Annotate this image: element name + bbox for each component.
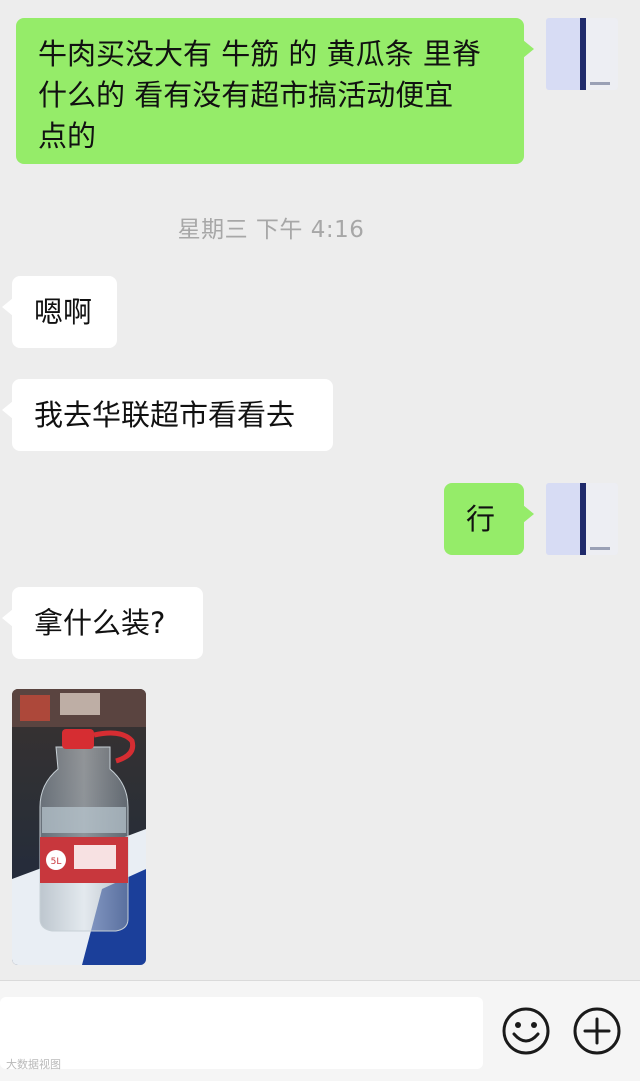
message-text: 嗯啊 xyxy=(34,295,93,329)
photo-message[interactable]: 5L xyxy=(12,689,146,965)
more-options-button[interactable] xyxy=(570,1004,624,1058)
chat-input-bar xyxy=(0,980,640,1081)
message-text: 我去华联超市看看去 xyxy=(34,398,296,432)
emoji-button[interactable] xyxy=(499,1004,553,1058)
water-bottle-photo-icon: 5L xyxy=(12,689,146,965)
message-text-line: 点的 xyxy=(38,119,97,153)
smiley-face-icon xyxy=(502,1007,550,1055)
incoming-message-bubble[interactable]: 嗯啊 xyxy=(2,276,117,348)
incoming-message-bubble[interactable]: 我去华联超市看看去 xyxy=(2,379,333,451)
outgoing-message-bubble[interactable]: 牛肉买没大有 牛筋 的 黄瓜条 里脊 什么的 看有没有超市搞活动便宜 点的 xyxy=(16,18,534,164)
outgoing-message-bubble[interactable]: 行 xyxy=(444,483,534,555)
my-avatar[interactable] xyxy=(546,483,618,555)
bottle-label-text: 5L xyxy=(51,857,62,867)
incoming-message-bubble[interactable]: 拿什么装? xyxy=(2,587,203,659)
message-text: 拿什么装? xyxy=(34,606,166,640)
message-text: 行 xyxy=(466,502,496,536)
message-text-line: 什么的 看有没有超市搞活动便宜 xyxy=(38,78,454,112)
book-cover-avatar-icon xyxy=(546,483,618,555)
message-text-line: 牛肉买没大有 牛筋 的 黄瓜条 里脊 xyxy=(38,37,481,71)
watermark: 大数据视图 xyxy=(6,1058,61,1071)
book-cover-avatar-icon xyxy=(546,18,618,90)
plus-circle-icon xyxy=(573,1007,621,1055)
message-input[interactable] xyxy=(0,997,483,1069)
chat-timestamp: 星期三 下午 4:16 xyxy=(177,217,365,243)
my-avatar[interactable] xyxy=(546,18,618,90)
